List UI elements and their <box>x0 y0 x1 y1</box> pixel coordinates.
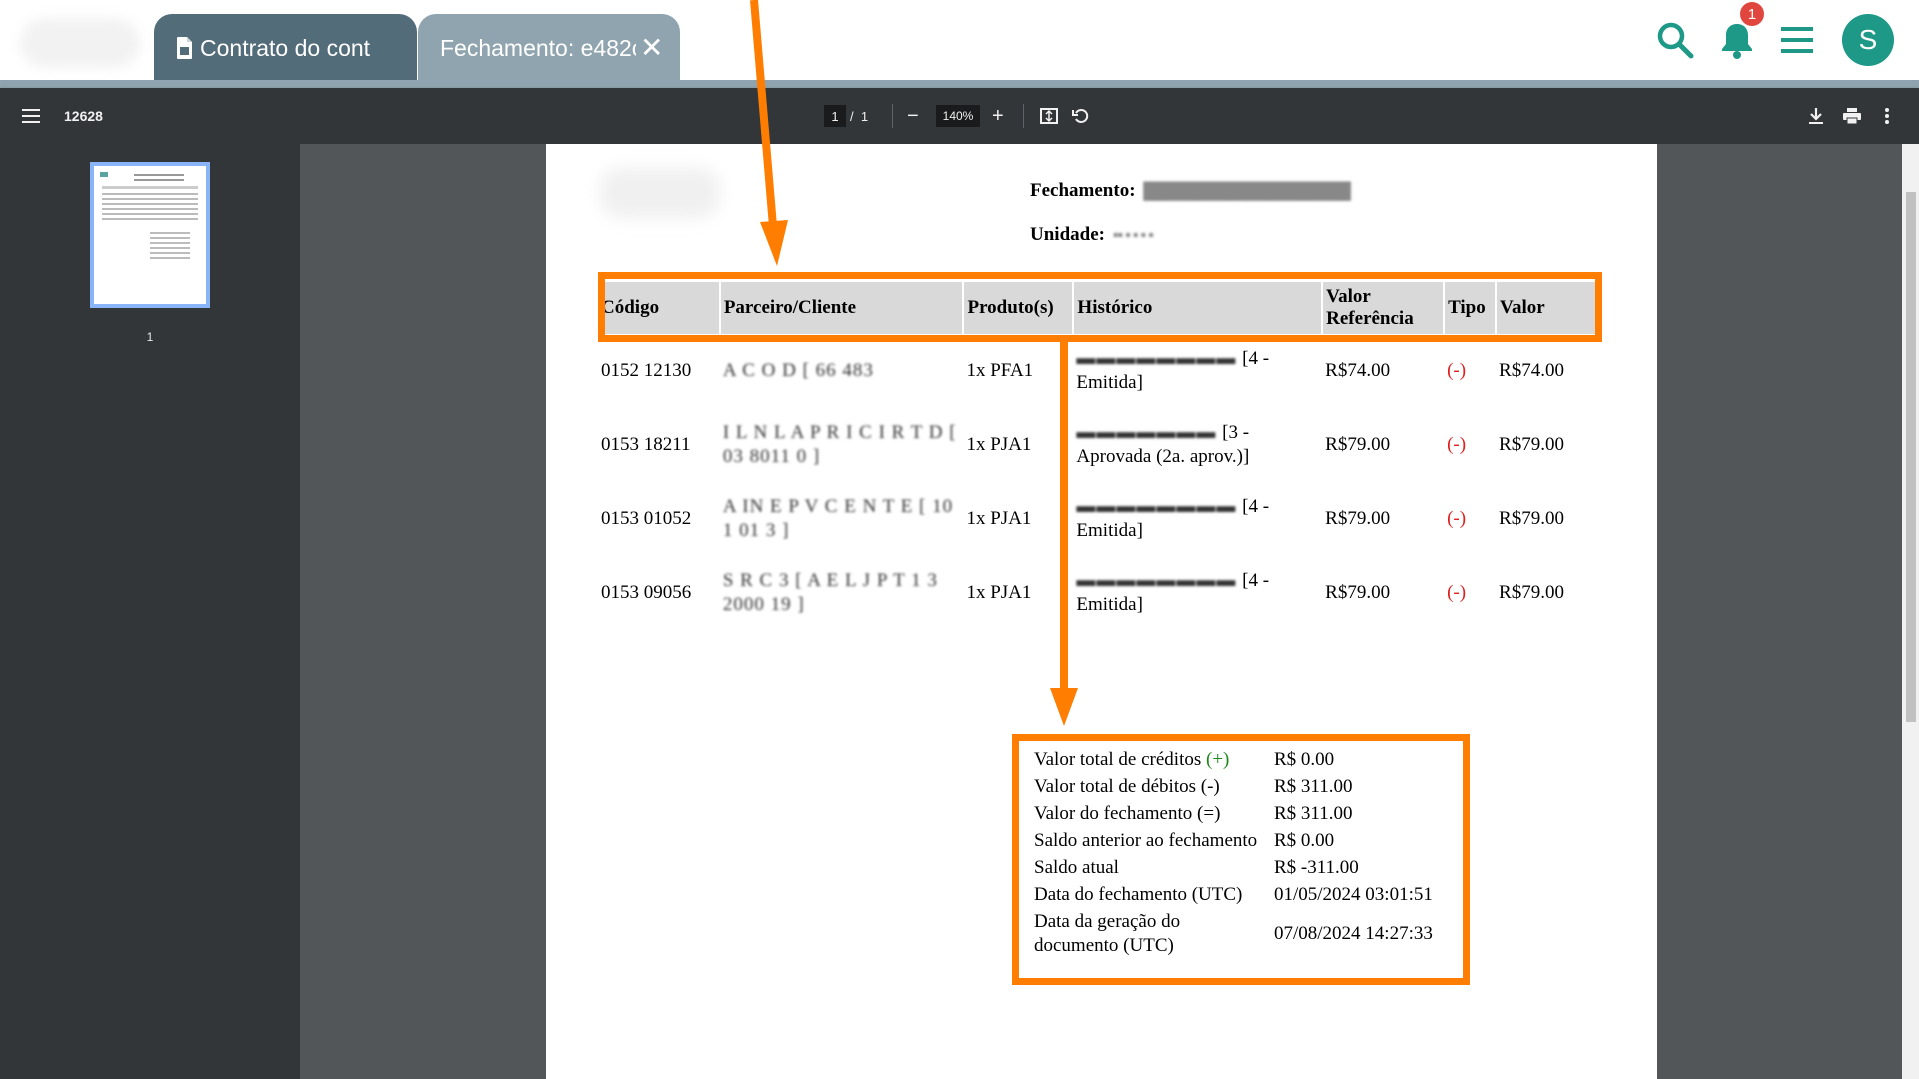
rotate-icon[interactable] <box>1072 88 1090 144</box>
table-row: 0153 09056 S R C 3 [ A E L J P T 1 3 200… <box>598 556 1601 630</box>
app-header: Contrato do contrato Fechamento: e482c ✕… <box>0 0 1919 82</box>
page-total: / 1 <box>850 88 868 144</box>
tab-fechamento[interactable]: Fechamento: e482c ✕ <box>418 14 680 82</box>
download-icon[interactable] <box>1808 88 1824 144</box>
page-thumbnail[interactable] <box>90 162 210 308</box>
tab-label: Fechamento: e482c <box>440 34 636 61</box>
bell-icon[interactable] <box>1717 20 1757 60</box>
fechamento-label: Fechamento: <box>1030 180 1136 201</box>
tab-underline <box>0 80 1919 88</box>
highlight-summary <box>1012 734 1470 985</box>
tab-label: Contrato do contrato <box>200 34 370 61</box>
print-icon[interactable] <box>1843 88 1861 144</box>
zoom-input[interactable]: 140% <box>936 105 980 127</box>
cell-historico: ▬▬▬▬▬▬▬▬ [4 - Emitida] <box>1073 556 1322 630</box>
cell-valor-referencia: R$79.00 <box>1325 582 1391 603</box>
cell-valor: R$79.00 <box>1499 434 1564 455</box>
cell-historico: ▬▬▬▬▬▬▬▬ [4 - Emitida] <box>1073 482 1322 556</box>
thumbnail-sidebar: 1 <box>0 144 300 1079</box>
hamburger-menu-icon[interactable] <box>1777 20 1817 60</box>
table-row: 0153 18211 I L N L A P R I C I R T D [ 0… <box>598 408 1601 482</box>
company-logo <box>600 168 720 218</box>
page-number-input[interactable]: 1 <box>824 105 846 127</box>
toolbar-divider <box>1023 104 1024 128</box>
cell-valor: R$79.00 <box>1499 508 1564 529</box>
sidebar-toggle-icon[interactable] <box>22 88 40 144</box>
cell-parceiro: S R C 3 [ A E L J P T 1 3 2000 19 ] <box>722 570 938 615</box>
cell-codigo: 0153 01052 <box>601 508 692 529</box>
thumbnail-preview <box>100 172 198 259</box>
cell-parceiro: I L N L A P R I C I R T D [ 03 8011 0 ] <box>722 422 957 467</box>
cell-valor-referencia: R$74.00 <box>1325 360 1391 381</box>
historico-redacted: ▬▬▬▬▬▬▬ <box>1076 422 1223 443</box>
historico-redacted: ▬▬▬▬▬▬▬▬ <box>1076 348 1243 369</box>
cell-parceiro: A IN E P V C E N T E [ 10 1 01 3 ] <box>722 496 954 541</box>
page-separator: / <box>850 108 854 124</box>
document-title: 12628 <box>64 108 103 124</box>
table-row: 0153 01052 A IN E P V C E N T E [ 10 1 0… <box>598 482 1601 556</box>
unidade-line: Unidade: ▪▪ ▪ ▪ ▪ ▪ <box>1030 224 1154 246</box>
fit-page-icon[interactable] <box>1040 88 1058 144</box>
cell-historico: ▬▬▬▬▬▬▬▬ [4 - Emitida] <box>1073 334 1322 408</box>
tab-contrato[interactable]: Contrato do contrato <box>154 14 417 82</box>
highlight-table-header <box>598 272 1602 342</box>
unidade-redacted: ▪▪ ▪ ▪ ▪ ▪ <box>1109 227 1154 244</box>
cell-produto: 1x PJA1 <box>966 434 1032 455</box>
cell-valor: R$79.00 <box>1499 582 1564 603</box>
zoom-out-icon[interactable]: − <box>907 88 919 144</box>
cell-parceiro: A C O D [ 66 483 <box>722 360 874 381</box>
thumbnail-page-number: 1 <box>146 330 154 344</box>
app-logo[interactable] <box>20 18 140 68</box>
close-icon[interactable]: ✕ <box>640 34 663 62</box>
cell-tipo: (-) <box>1447 434 1467 455</box>
user-avatar[interactable]: S <box>1842 14 1894 66</box>
cell-codigo: 0153 18211 <box>601 434 691 455</box>
table-row: 0152 12130 A C O D [ 66 483 1x PFA1 ▬▬▬▬… <box>598 334 1601 408</box>
cell-codigo: 0153 09056 <box>601 582 692 603</box>
cell-tipo: (-) <box>1447 582 1467 603</box>
zoom-in-icon[interactable]: + <box>992 88 1004 144</box>
notification-badge: 1 <box>1740 2 1764 26</box>
cell-valor-referencia: R$79.00 <box>1325 434 1391 455</box>
total-pages: 1 <box>860 108 869 124</box>
historico-redacted: ▬▬▬▬▬▬▬▬ <box>1076 570 1243 591</box>
pdf-file-icon <box>177 37 192 59</box>
fechamento-line: Fechamento: ████████████████████ <box>1030 180 1351 202</box>
cell-valor-referencia: R$79.00 <box>1325 508 1391 529</box>
toolbar-divider <box>892 104 893 128</box>
cell-produto: 1x PJA1 <box>966 508 1032 529</box>
cell-tipo: (-) <box>1447 360 1467 381</box>
cell-produto: 1x PJA1 <box>966 582 1032 603</box>
unidade-label: Unidade: <box>1030 224 1105 245</box>
pdf-toolbar: 12628 1 / 1 − 140% + <box>0 88 1919 144</box>
fechamento-redacted: ████████████████████ <box>1140 183 1351 200</box>
scrollbar-thumb[interactable] <box>1906 192 1916 722</box>
cell-historico: ▬▬▬▬▬▬▬ [3 - Aprovada (2a. aprov.)] <box>1073 408 1322 482</box>
more-options-icon[interactable] <box>1885 88 1889 144</box>
historico-redacted: ▬▬▬▬▬▬▬▬ <box>1076 496 1243 517</box>
cell-tipo: (-) <box>1447 508 1467 529</box>
cell-valor: R$74.00 <box>1499 360 1564 381</box>
search-icon[interactable] <box>1655 20 1695 60</box>
cell-produto: 1x PFA1 <box>966 360 1034 381</box>
cell-codigo: 0152 12130 <box>601 360 692 381</box>
